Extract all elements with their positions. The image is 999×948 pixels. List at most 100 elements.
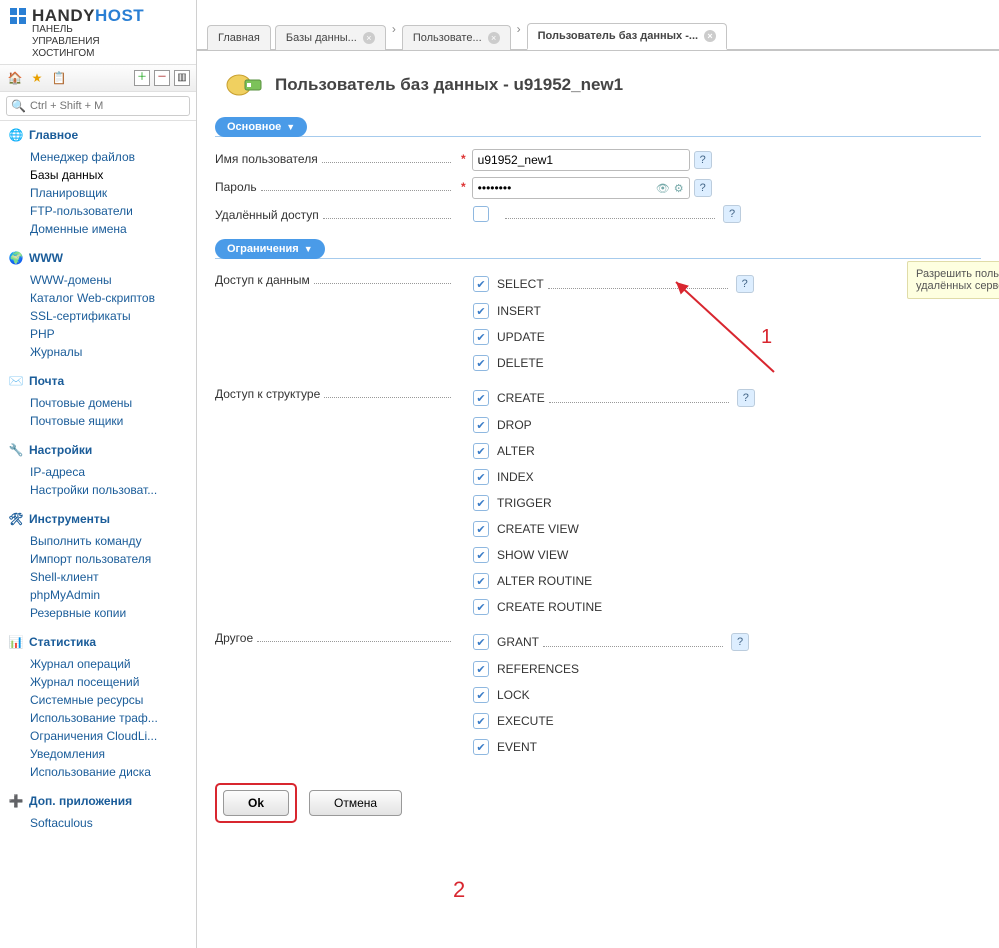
chevron-down-icon: ▼ <box>286 122 295 132</box>
collapse-all-button[interactable]: － <box>154 70 170 86</box>
help-icon[interactable]: ? <box>736 275 754 293</box>
help-icon[interactable]: ? <box>731 633 749 651</box>
perm-checkbox-update[interactable] <box>473 329 489 345</box>
nav-item[interactable]: Системные ресурсы <box>8 691 188 709</box>
perm-label: EXECUTE <box>497 714 554 728</box>
perm-label: REFERENCES <box>497 662 579 676</box>
sidebar-toolbar: 🏠 ★ 📋 ＋ － ▥ <box>0 64 196 92</box>
section-basic-header[interactable]: Основное▼ <box>215 117 307 137</box>
nav-item[interactable]: Использование траф... <box>8 709 188 727</box>
search-box[interactable]: 🔍 <box>6 96 190 116</box>
nav-header-tools[interactable]: 🛠Инструменты <box>8 511 188 527</box>
section-limits-header[interactable]: Ограничения▼ <box>215 239 325 259</box>
help-icon[interactable]: ? <box>694 151 712 169</box>
perm-label: DROP <box>497 418 532 432</box>
nav-item[interactable]: Каталог Web-скриптов <box>8 289 188 307</box>
nav-header-main[interactable]: 🌐Главное <box>8 127 188 143</box>
nav-item[interactable]: FTP-пользователи <box>8 202 188 220</box>
nav-header-label: Статистика <box>29 635 96 649</box>
close-icon[interactable]: × <box>704 30 716 42</box>
logo-name2: HOST <box>95 6 144 26</box>
perm-checkbox-index[interactable] <box>473 469 489 485</box>
nav-item[interactable]: Менеджер файлов <box>8 148 188 166</box>
layout-button[interactable]: ▥ <box>174 70 190 86</box>
perm-checkbox-delete[interactable] <box>473 355 489 371</box>
perm-group-label: Другое <box>215 631 253 765</box>
nav-item[interactable]: Ограничения CloudLi... <box>8 727 188 745</box>
perm-checkbox-insert[interactable] <box>473 303 489 319</box>
nav-item[interactable]: Использование диска <box>8 763 188 781</box>
nav-item[interactable]: Почтовые ящики <box>8 412 188 430</box>
close-icon[interactable]: × <box>363 32 375 44</box>
nav-item[interactable]: Shell-клиент <box>8 568 188 586</box>
nav-header-settings[interactable]: 🔧Настройки <box>8 442 188 458</box>
nav-item[interactable]: WWW-домены <box>8 271 188 289</box>
tab-users[interactable]: Пользовате...× <box>402 25 511 50</box>
search-input[interactable] <box>30 100 185 112</box>
nav-item[interactable]: Резервные копии <box>8 604 188 622</box>
nav: 🌐Главное Менеджер файловБазы данныхПланир… <box>0 121 196 854</box>
nav-item[interactable]: Планировщик <box>8 184 188 202</box>
nav-item[interactable]: Журнал посещений <box>8 673 188 691</box>
help-icon[interactable]: ? <box>737 389 755 407</box>
nav-item[interactable]: Базы данных <box>8 166 188 184</box>
tab-home[interactable]: Главная <box>207 25 271 50</box>
username-input[interactable] <box>472 149 690 171</box>
generate-icon[interactable]: ⚙ <box>672 181 686 195</box>
perm-label: GRANT <box>497 635 539 649</box>
perm-checkbox-create-routine[interactable] <box>473 599 489 615</box>
perm-checkbox-lock[interactable] <box>473 687 489 703</box>
nav-item[interactable]: Журналы <box>8 343 188 361</box>
help-icon[interactable]: ? <box>694 179 712 197</box>
perm-checkbox-create[interactable] <box>473 390 489 406</box>
nav-item[interactable]: PHP <box>8 325 188 343</box>
nav-header-mail[interactable]: ✉️Почта <box>8 373 188 389</box>
eye-icon[interactable]: 👁 <box>656 181 670 195</box>
perm-group-label: Доступ к структуре <box>215 387 320 625</box>
perm-checkbox-grant[interactable] <box>473 634 489 650</box>
remote-access-checkbox[interactable] <box>473 206 489 222</box>
annotation-1: 1 <box>761 326 772 349</box>
perm-checkbox-event[interactable] <box>473 739 489 755</box>
nav-item[interactable]: Журнал операций <box>8 655 188 673</box>
help-icon[interactable]: ? <box>723 205 741 223</box>
nav-item[interactable]: Доменные имена <box>8 220 188 238</box>
nav-header-label: Почта <box>29 374 64 388</box>
perm-checkbox-drop[interactable] <box>473 417 489 433</box>
ok-button[interactable]: Ok <box>223 790 289 816</box>
perm-checkbox-create-view[interactable] <box>473 521 489 537</box>
perm-checkbox-trigger[interactable] <box>473 495 489 511</box>
nav-header-stats[interactable]: 📊 Статистика <box>8 634 188 650</box>
perm-checkbox-show-view[interactable] <box>473 547 489 563</box>
perm-checkbox-alter[interactable] <box>473 443 489 459</box>
nav-item[interactable]: Выполнить команду <box>8 532 188 550</box>
nav-item[interactable]: Настройки пользоват... <box>8 481 188 499</box>
nav-item[interactable]: Почтовые домены <box>8 394 188 412</box>
nav-header-addons[interactable]: ➕Доп. приложения <box>8 793 188 809</box>
main-icon: 🌐 <box>8 127 24 143</box>
logo-name1: HANDY <box>32 6 95 26</box>
tab-dbuser[interactable]: Пользователь баз данных -...× <box>527 23 727 50</box>
star-icon[interactable]: ★ <box>28 69 46 87</box>
nav-item[interactable]: SSL-сертификаты <box>8 307 188 325</box>
nav-item[interactable]: Softaculous <box>8 814 188 832</box>
nav-item[interactable]: Уведомления <box>8 745 188 763</box>
expand-all-button[interactable]: ＋ <box>134 70 150 86</box>
tab-databases[interactable]: Базы данны...× <box>275 25 386 50</box>
perm-checkbox-select[interactable] <box>473 276 489 292</box>
stats-icon: 📊 <box>8 634 24 650</box>
clipboard-icon[interactable]: 📋 <box>50 69 68 87</box>
home-icon[interactable]: 🏠 <box>6 69 24 87</box>
perm-label: EVENT <box>497 740 537 754</box>
cancel-button[interactable]: Отмена <box>309 790 402 816</box>
nav-item[interactable]: IP-адреса <box>8 463 188 481</box>
perm-checkbox-references[interactable] <box>473 661 489 677</box>
nav-item[interactable]: phpMyAdmin <box>8 586 188 604</box>
annotation-2: 2 <box>453 877 465 903</box>
close-icon[interactable]: × <box>488 32 500 44</box>
logo-subtitle: ПАНЕЛЬУПРАВЛЕНИЯХОСТИНГОМ <box>32 24 188 60</box>
perm-checkbox-alter-routine[interactable] <box>473 573 489 589</box>
nav-item[interactable]: Импорт пользователя <box>8 550 188 568</box>
perm-checkbox-execute[interactable] <box>473 713 489 729</box>
nav-header-www[interactable]: 🌍WWW <box>8 250 188 266</box>
